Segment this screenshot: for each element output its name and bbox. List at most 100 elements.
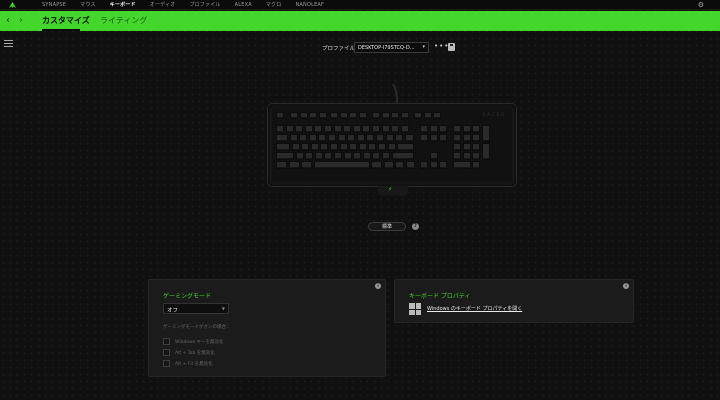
keycap <box>372 112 380 119</box>
topnav-item[interactable]: マウス <box>80 0 96 10</box>
keycap <box>276 152 294 160</box>
keyboard-properties-title: キーボード プロパティ <box>409 293 471 300</box>
keycap <box>377 143 386 151</box>
keycap <box>472 143 480 151</box>
keycap <box>429 152 438 160</box>
topnav-item[interactable]: NANOLEAF <box>295 0 324 10</box>
option-disable-windows-key[interactable]: Windows キーを無効化 <box>163 338 224 345</box>
razer-logo-icon[interactable] <box>8 1 17 9</box>
keycap <box>366 134 375 142</box>
checkbox[interactable] <box>163 349 170 356</box>
keycap <box>439 161 447 169</box>
topnav-item[interactable]: キーボード <box>110 0 136 10</box>
profile-value: DESKTOP-I79STCQ-D... <box>358 45 415 51</box>
keyboard-brand: RAZER <box>482 112 506 117</box>
chevron-down-icon: ▾ <box>422 44 425 50</box>
option-disable-alt-tab[interactable]: Alt + Tab を無効化 <box>163 349 215 356</box>
keycap <box>276 143 290 151</box>
keycap <box>327 134 336 142</box>
sub-navigation-bar: ‹ › カスタマイズ ライティング <box>0 11 720 31</box>
keycap <box>439 134 447 142</box>
keycap <box>381 125 390 133</box>
gear-icon[interactable]: ⚙ <box>698 1 704 9</box>
keycap <box>295 125 304 133</box>
chevron-left-icon[interactable]: ‹ <box>6 14 10 28</box>
keycap <box>289 134 298 142</box>
keycap <box>343 125 352 133</box>
keycap <box>301 143 310 151</box>
keycap <box>291 143 300 151</box>
keycap <box>362 125 371 133</box>
top-navigation-bar: SYNAPSE マウス キーボード オーディオ プロファイル ALEXA マクロ NANOLE… <box>0 0 720 10</box>
keycap <box>429 134 438 142</box>
info-icon[interactable]: i <box>375 283 381 289</box>
windows-icon <box>409 303 421 315</box>
keycap <box>433 112 441 119</box>
keycap <box>372 152 381 160</box>
topnav-item[interactable]: マクロ <box>266 0 282 10</box>
keycap <box>343 152 352 160</box>
keycap <box>349 143 358 151</box>
keycap <box>309 112 317 119</box>
keycap <box>276 112 284 119</box>
keycap <box>462 134 471 142</box>
checkbox-label: Alt + F4 を無効化 <box>175 361 213 367</box>
hamburger-icon[interactable] <box>4 40 13 47</box>
checkbox[interactable] <box>163 360 170 367</box>
keycap <box>429 125 438 133</box>
keycap <box>397 143 414 151</box>
keycap <box>385 134 394 142</box>
keycap <box>299 134 308 142</box>
option-disable-alt-f4[interactable]: Alt + F4 を無効化 <box>163 360 213 367</box>
help-icon[interactable]: ? <box>412 223 419 230</box>
keycap <box>391 112 399 119</box>
keycap <box>462 125 471 133</box>
checkbox[interactable] <box>163 338 170 345</box>
keyboard-key-plate <box>272 108 512 182</box>
keycap <box>372 125 380 133</box>
keycap <box>314 125 323 133</box>
keycap <box>299 112 308 119</box>
topnav-item[interactable]: ALEXA <box>235 0 252 10</box>
keycap <box>276 161 287 169</box>
keycap <box>304 125 313 133</box>
keycap <box>472 152 480 160</box>
topnav-item[interactable]: オーディオ <box>150 0 176 10</box>
info-icon[interactable]: i <box>623 283 629 289</box>
keycap <box>290 112 298 119</box>
razer-logo-icon: ⚡ <box>388 186 393 193</box>
gaming-mode-dropdown[interactable]: オフ ▼ <box>163 303 229 314</box>
keycap <box>383 161 394 169</box>
keycap <box>324 125 332 133</box>
keycap <box>358 143 367 151</box>
keycap <box>453 143 461 151</box>
checkbox-label: Alt + Tab を無効化 <box>175 350 215 356</box>
tab-customize[interactable]: カスタマイズ <box>42 11 90 31</box>
profile-dropdown[interactable]: DESKTOP-I79STCQ-D... ▾ <box>354 42 429 53</box>
keycap <box>353 152 362 160</box>
keycap <box>339 112 348 119</box>
gaming-mode-value: オフ <box>167 308 179 314</box>
chevron-right-icon[interactable]: › <box>19 14 23 28</box>
keyboard-properties-panel: i キーボード プロパティ Windows のキーボード プロパティを開く <box>394 279 634 323</box>
topnav-item[interactable]: プロファイル <box>189 0 220 10</box>
keycap <box>362 152 371 160</box>
checkbox-label: Windows キーを無効化 <box>175 339 224 345</box>
standard-view-button[interactable]: 標準 <box>368 222 406 231</box>
keycap <box>420 161 428 169</box>
gaming-mode-panel: i ゲーミングモード オフ ▼ ゲーミングモードがオンの場合： Windows … <box>148 279 386 377</box>
keycap <box>453 152 461 160</box>
gaming-mode-hint: ゲーミングモードがオンの場合： <box>163 325 231 330</box>
open-keyboard-properties-link[interactable]: Windows のキーボード プロパティを開く <box>427 305 522 312</box>
keycap <box>285 125 294 133</box>
topnav-item[interactable]: SYNAPSE <box>42 0 66 10</box>
chevron-down-icon: ▼ <box>221 306 225 311</box>
keycap <box>414 112 422 119</box>
save-icon[interactable] <box>448 43 455 51</box>
keycap <box>330 112 338 119</box>
keycap <box>429 161 438 169</box>
keyboard-image[interactable]: RAZER <box>268 104 516 186</box>
keycap <box>324 152 333 160</box>
tab-lighting[interactable]: ライティング <box>100 11 147 31</box>
keycap <box>347 134 356 142</box>
